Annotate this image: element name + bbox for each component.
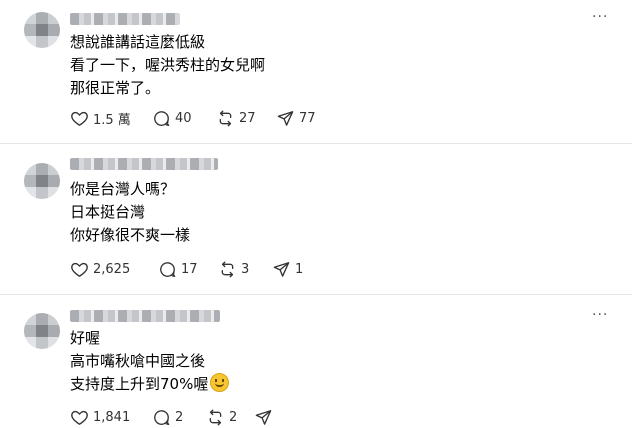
share-button[interactable]: 1 <box>272 258 332 280</box>
heart-icon <box>70 109 89 128</box>
repost-icon <box>218 260 237 279</box>
reply-count: 17 <box>181 261 198 277</box>
share-count: 77 <box>299 110 316 126</box>
divider <box>0 294 632 295</box>
post-text: 想說誰講話這麼低級 看了一下，喔洪秀柱的女兒啊 那很正常了。 <box>70 31 265 100</box>
like-button[interactable]: 1,841 <box>70 406 152 428</box>
action-bar: 1,841 2 2 <box>70 406 294 428</box>
send-icon <box>276 109 295 128</box>
post-text: 你是台灣人嗎？ 日本挺台灣 你好像很不爽一樣 <box>70 178 190 247</box>
share-button[interactable] <box>254 406 294 428</box>
post-text: 好喔 高市嘴秋嗆中國之後 支持度上升到70%喔 <box>70 327 230 396</box>
more-icon[interactable]: ··· <box>592 308 612 322</box>
post-line: 那很正常了。 <box>70 79 161 97</box>
comment-icon <box>152 408 171 427</box>
share-count: 1 <box>295 261 304 277</box>
send-icon <box>254 408 273 427</box>
post-line: 支持度上升到70%喔 <box>70 373 230 396</box>
repost-button[interactable]: 27 <box>216 107 276 129</box>
username-blurred[interactable] <box>70 158 218 170</box>
like-count: 2,625 <box>93 261 131 277</box>
post-line: 高市嘴秋嗆中國之後 <box>70 352 206 370</box>
repost-button[interactable]: 2 <box>206 406 254 428</box>
post-line: 日本挺台灣 <box>70 203 146 221</box>
post-line: 看了一下，喔洪秀柱的女兒啊 <box>70 56 266 74</box>
avatar[interactable] <box>24 12 60 48</box>
reply-count: 40 <box>175 110 192 126</box>
send-icon <box>272 260 291 279</box>
comment-icon <box>152 109 171 128</box>
username-blurred[interactable] <box>70 310 220 322</box>
avatar[interactable] <box>24 163 60 199</box>
reply-count: 2 <box>175 409 184 425</box>
repost-icon <box>206 408 225 427</box>
action-bar: 2,625 17 3 1 <box>70 258 332 280</box>
repost-count: 3 <box>241 261 250 277</box>
repost-count: 27 <box>239 110 256 126</box>
repost-icon <box>216 109 235 128</box>
like-button[interactable]: 2,625 <box>70 258 158 280</box>
more-icon[interactable]: ··· <box>592 10 612 24</box>
repost-count: 2 <box>229 409 238 425</box>
action-bar: 1.5 萬 40 27 77 <box>70 107 336 129</box>
like-button[interactable]: 1.5 萬 <box>70 107 152 129</box>
divider <box>0 143 632 144</box>
smiling-face-icon <box>210 373 230 392</box>
heart-icon <box>70 408 89 427</box>
heart-icon <box>70 260 89 279</box>
repost-button[interactable]: 3 <box>218 258 272 280</box>
like-count: 1,841 <box>93 409 131 425</box>
like-count: 1.5 萬 <box>93 112 131 128</box>
post-line: 你好像很不爽一樣 <box>70 226 191 244</box>
username-blurred[interactable] <box>70 13 180 25</box>
reply-button[interactable]: 17 <box>158 258 218 280</box>
avatar[interactable] <box>24 313 60 349</box>
reply-button[interactable]: 2 <box>152 406 206 428</box>
post-line: 好喔 <box>70 329 101 347</box>
reply-button[interactable]: 40 <box>152 107 216 129</box>
post-line: 你是台灣人嗎？ <box>70 180 176 198</box>
share-button[interactable]: 77 <box>276 107 336 129</box>
comment-icon <box>158 260 177 279</box>
post-line: 想說誰講話這麼低級 <box>70 33 206 51</box>
post-line-text: 支持度上升到70%喔 <box>70 375 209 393</box>
